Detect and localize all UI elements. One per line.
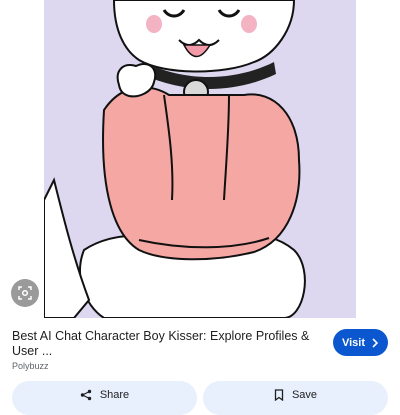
save-button-label: Save: [291, 389, 318, 401]
save-button[interactable]: Save: [203, 381, 388, 415]
lens-button[interactable]: [11, 279, 39, 307]
chevron-right-icon: [372, 337, 379, 348]
share-button[interactable]: Share: [12, 381, 197, 415]
bookmark-icon: [274, 389, 284, 401]
share-icon: [80, 389, 92, 401]
result-source: Polybuzz: [12, 361, 49, 371]
result-title[interactable]: Best AI Chat Character Boy Kisser: Explo…: [12, 329, 312, 359]
lens-icon: [18, 286, 32, 300]
result-image[interactable]: [44, 0, 356, 318]
visit-button[interactable]: Visit: [333, 329, 388, 356]
cartoon-character-image: [44, 0, 356, 318]
visit-button-label: Visit: [341, 336, 366, 349]
share-button-label: Share: [99, 389, 130, 401]
